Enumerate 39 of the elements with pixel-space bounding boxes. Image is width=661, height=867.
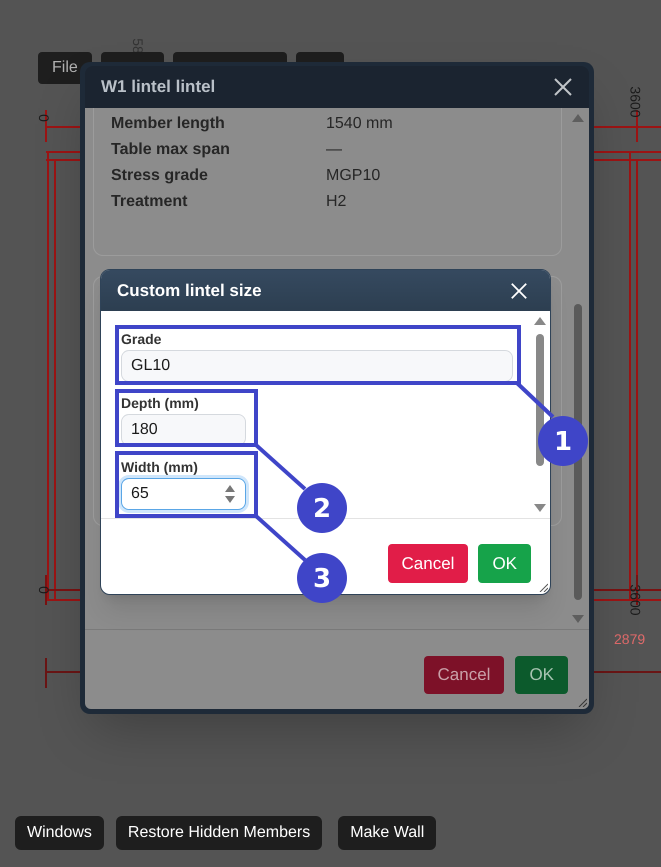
field-label: Grade: [121, 331, 162, 347]
ok-button[interactable]: OK: [515, 656, 568, 694]
property-value: 1540 mm: [326, 114, 394, 134]
callout-badge: 1: [538, 416, 588, 466]
dimension-label: 3600: [628, 584, 644, 616]
dimension-label: 2879: [614, 631, 646, 647]
scroll-down-icon[interactable]: [534, 504, 546, 512]
resize-grip-icon[interactable]: [578, 698, 587, 707]
close-icon[interactable]: [553, 77, 573, 97]
leader-line: [254, 444, 306, 490]
scroll-up-icon[interactable]: [534, 317, 546, 325]
dimension-label: 0: [36, 114, 52, 122]
dialog-title: W1 lintel lintel: [101, 76, 216, 98]
cancel-button[interactable]: Cancel: [388, 544, 468, 583]
property-label: Treatment: [111, 192, 188, 212]
callout-badge: 2: [297, 483, 347, 533]
toolbar-button[interactable]: Make Wall: [338, 816, 436, 850]
input-field[interactable]: 180: [121, 414, 246, 446]
property-label: Table max span: [111, 140, 231, 160]
callout-badge: 3: [297, 553, 347, 603]
toolbar-button[interactable]: Restore Hidden Members: [116, 816, 322, 850]
dialog-title: Custom lintel size: [117, 280, 262, 302]
property-label: Member length: [111, 114, 226, 134]
dimension-label: 3600: [628, 86, 644, 118]
field-label: Depth (mm): [121, 395, 200, 411]
property-value: H2: [326, 192, 348, 212]
spinner-icon[interactable]: [224, 483, 236, 505]
toolbar-button[interactable]: Windows: [15, 816, 104, 850]
property-value: —: [326, 140, 343, 160]
dimension-label: 0: [36, 586, 52, 594]
number-field[interactable]: 65: [121, 478, 246, 510]
input-field[interactable]: GL10: [121, 350, 513, 382]
leader-line: [254, 514, 306, 562]
property-value: MGP10: [326, 166, 382, 186]
resize-grip-icon[interactable]: [539, 583, 548, 592]
property-label: Stress grade: [111, 166, 209, 186]
cancel-button[interactable]: Cancel: [424, 656, 504, 694]
field-label: Width (mm): [121, 459, 199, 475]
leader-line: [516, 382, 554, 418]
